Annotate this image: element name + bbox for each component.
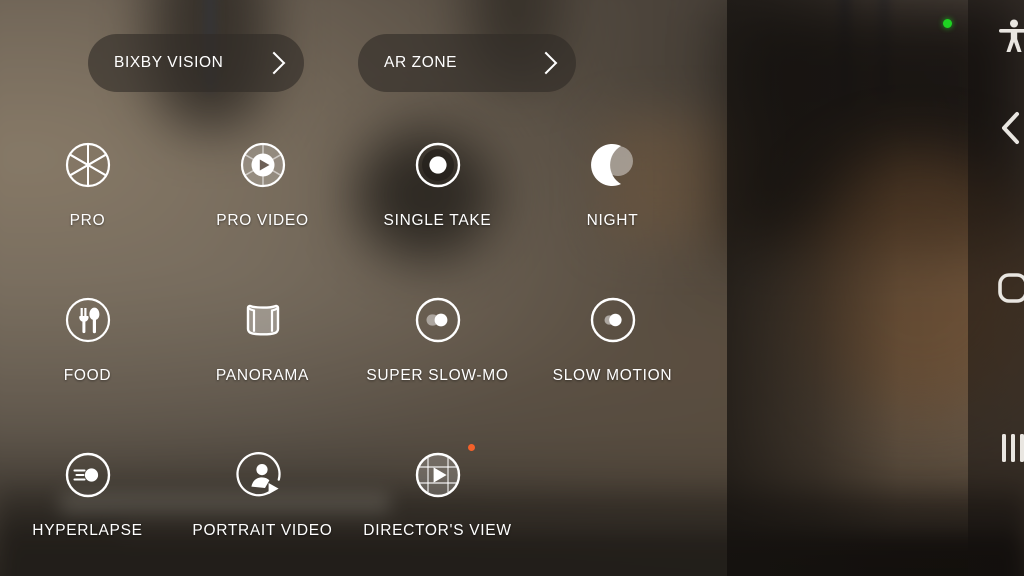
hyperlapse-icon <box>63 450 113 500</box>
mode-label: PRO <box>69 212 106 229</box>
accessibility-icon[interactable] <box>996 16 1024 56</box>
mode-row: HYPERLAPSE PORTRAIT VIDEO DIRECTOR'S VIE… <box>0 428 727 576</box>
super-slow-motion-icon <box>413 295 463 345</box>
mode-food[interactable]: FOOD <box>0 273 175 428</box>
mode-panorama[interactable]: PANORAMA <box>175 273 350 428</box>
mode-row: PRO PRO VIDEO SINGLE TAKE NIGHT <box>0 118 727 273</box>
home-square-icon[interactable] <box>996 270 1024 306</box>
mode-hyperlapse[interactable]: HYPERLAPSE <box>0 428 175 576</box>
shortcut-ar-zone[interactable]: AR ZONE <box>358 34 576 92</box>
mode-super-slow-mo[interactable]: SUPER SLOW-MO <box>350 273 525 428</box>
mode-label: NIGHT <box>586 212 639 229</box>
directors-view-icon <box>413 450 463 500</box>
mode-label: SUPER SLOW-MO <box>366 367 509 384</box>
fork-spoon-icon <box>63 295 113 345</box>
mode-row: FOOD PANORAMA SUPER SLOW-MO SLOW MOTION <box>0 273 727 428</box>
portrait-video-icon <box>235 450 288 500</box>
chevron-right-icon <box>534 51 558 75</box>
mode-label: PORTRAIT VIDEO <box>192 522 333 539</box>
aperture-play-icon <box>238 140 288 190</box>
shortcut-label: BIXBY VISION <box>114 54 224 71</box>
mode-label: SLOW MOTION <box>552 367 673 384</box>
mode-single-take[interactable]: SINGLE TAKE <box>350 118 525 273</box>
mode-label: DIRECTOR'S VIEW <box>363 522 512 539</box>
mode-pro[interactable]: PRO <box>0 118 175 273</box>
mode-night[interactable]: NIGHT <box>525 118 700 273</box>
mode-directors-view[interactable]: DIRECTOR'S VIEW <box>350 428 525 576</box>
panorama-icon <box>238 295 288 345</box>
aperture-icon <box>63 140 113 190</box>
crescent-moon-icon <box>588 140 638 190</box>
camera-in-use-dot <box>943 19 952 28</box>
new-badge-dot <box>468 444 475 451</box>
mode-portrait-video[interactable]: PORTRAIT VIDEO <box>175 428 350 576</box>
single-take-icon <box>413 140 463 190</box>
mode-empty-slot <box>525 428 700 576</box>
camera-more-modes-screen: BIXBY VISION AR ZONE PRO PRO VIDEO SINGL… <box>0 0 1024 576</box>
mode-slow-motion[interactable]: SLOW MOTION <box>525 273 700 428</box>
slow-motion-icon <box>588 295 638 345</box>
camera-mode-grid: PRO PRO VIDEO SINGLE TAKE NIGHT FOOD PAN… <box>0 118 727 576</box>
recents-bars-icon[interactable] <box>998 430 1024 466</box>
mode-pro-video[interactable]: PRO VIDEO <box>175 118 350 273</box>
mode-label: PRO VIDEO <box>216 212 309 229</box>
mode-label: PANORAMA <box>215 367 310 384</box>
shortcut-label: AR ZONE <box>384 54 458 71</box>
back-chevron-icon[interactable] <box>996 108 1024 148</box>
chevron-right-icon <box>262 51 286 75</box>
mode-label: HYPERLAPSE <box>32 522 143 539</box>
camera-mode-rail: MORE VIDEO PHOTO <box>727 0 809 576</box>
shortcut-bixby-vision[interactable]: BIXBY VISION <box>88 34 304 92</box>
mode-label: FOOD <box>63 367 112 384</box>
mode-label: SINGLE TAKE <box>383 212 492 229</box>
